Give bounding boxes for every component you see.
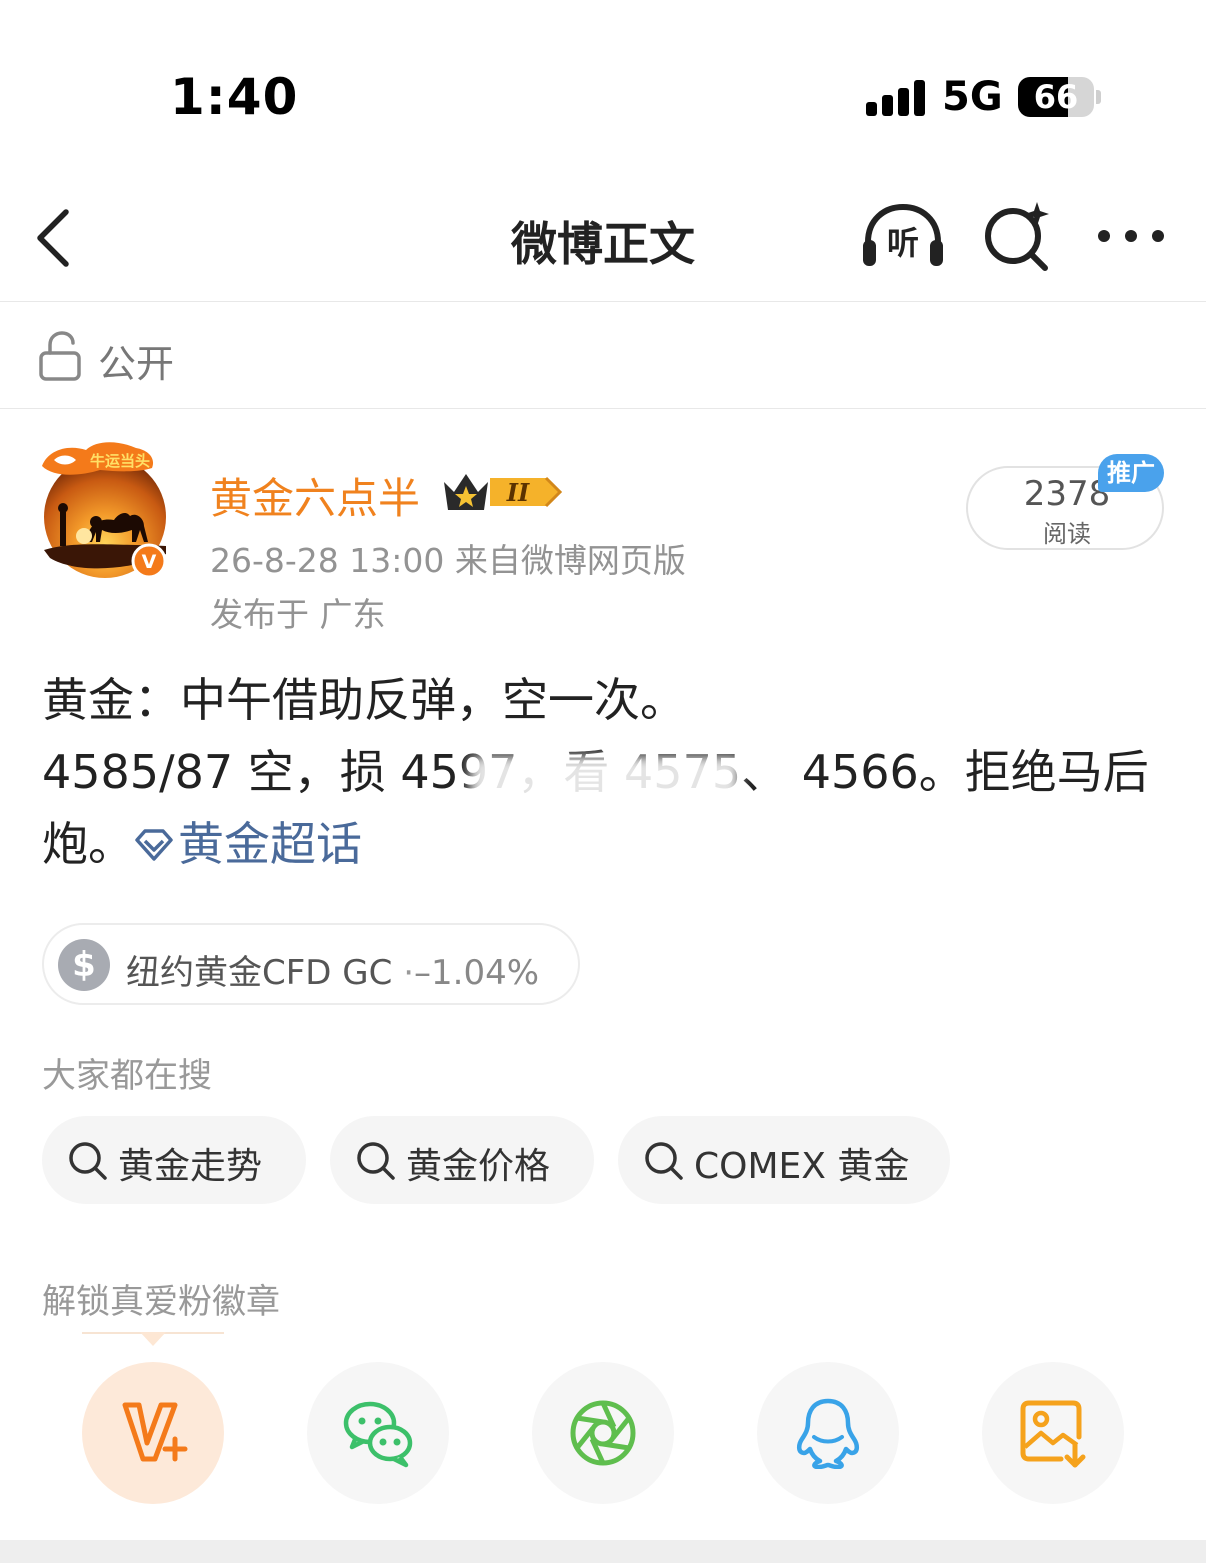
battery-cap — [1096, 90, 1101, 104]
status-bar: 1:40 5G 66 — [0, 0, 1206, 180]
moments-icon — [570, 1400, 636, 1466]
badge-level: II — [506, 478, 530, 507]
cellular-signal-icon — [866, 80, 926, 116]
listen-headphones-icon[interactable]: 听 — [860, 202, 946, 270]
search-chip-label: COMEX 黄金 — [694, 1146, 910, 1187]
search-icon — [645, 1142, 683, 1180]
dollar-icon: $ — [58, 939, 110, 991]
fan-badge-pointer-tip — [140, 1332, 166, 1346]
stock-name: 纽约黄金CFD GC — [126, 953, 393, 993]
read-label: 阅读 — [1043, 520, 1091, 548]
battery-level: 66 — [1033, 78, 1079, 116]
search-icon — [357, 1142, 395, 1180]
vip-share-button[interactable] — [82, 1362, 224, 1504]
wechat-share-button[interactable] — [307, 1362, 449, 1504]
search-chip[interactable]: 黄金价格 — [330, 1116, 594, 1204]
more-options-icon[interactable] — [1096, 216, 1166, 256]
topic-link[interactable]: 黄金超话 — [134, 817, 362, 871]
search-chip[interactable]: COMEX 黄金 — [618, 1116, 950, 1204]
svg-text:V: V — [142, 551, 157, 573]
network-type: 5G — [942, 74, 1003, 120]
diamond-topic-icon — [135, 829, 173, 861]
visibility-label: 公开 — [98, 342, 175, 386]
search-chip[interactable]: 黄金走势 — [42, 1116, 306, 1204]
save-image-button[interactable] — [982, 1362, 1124, 1504]
unlock-icon — [39, 331, 81, 381]
stock-quote-chip[interactable]: $ 纽约黄金CFD GC ·–1.04% — [42, 923, 580, 1005]
promo-tag: 推广 — [1098, 454, 1164, 492]
search-icon — [69, 1142, 107, 1180]
search-chip-label: 黄金价格 — [406, 1146, 551, 1187]
listen-label: 听 — [887, 224, 919, 262]
wechat-icon — [343, 1401, 413, 1468]
back-chevron-icon[interactable] — [30, 208, 80, 268]
stock-quote-text: 纽约黄金CFD GC ·–1.04% — [126, 945, 539, 994]
nav-bar: 微博正文 听 — [0, 180, 1206, 302]
stock-separator: · — [403, 953, 414, 993]
search-suggestions-heading: 大家都在搜 — [42, 1056, 212, 1096]
bottom-divider — [0, 1540, 1206, 1563]
author-avatar[interactable]: 牛运当头 V — [40, 438, 170, 578]
post-location: 发布于 广东 — [210, 595, 386, 634]
svg-text:牛运当头: 牛运当头 — [90, 452, 150, 470]
topic-label: 黄金超话 — [178, 817, 362, 871]
author-name[interactable]: 黄金六点半 — [210, 465, 420, 526]
stock-change: –1.04% — [414, 953, 540, 993]
post-time-source: 26-8-28 13:00 来自微博网页版 — [210, 541, 686, 580]
blurred-region — [470, 756, 740, 804]
save-image-icon — [1020, 1400, 1086, 1468]
qq-share-button[interactable] — [757, 1362, 899, 1504]
qq-icon — [797, 1398, 859, 1469]
visibility-row[interactable]: 公开 — [0, 303, 1206, 409]
fan-badge-heading[interactable]: 解锁真爱粉徽章 — [42, 1274, 280, 1323]
post-text-line-1: 黄金：中午借助反弹，空一次。 — [42, 673, 686, 727]
search-chip-label: 黄金走势 — [118, 1146, 263, 1187]
battery-icon: 66 — [1018, 77, 1094, 117]
moments-share-button[interactable] — [532, 1362, 674, 1504]
search-sparkle-icon[interactable] — [982, 202, 1052, 272]
crown-badge-icon[interactable]: II — [442, 468, 564, 516]
clock-time: 1:40 — [170, 68, 299, 126]
vip-plus-icon — [122, 1402, 188, 1462]
